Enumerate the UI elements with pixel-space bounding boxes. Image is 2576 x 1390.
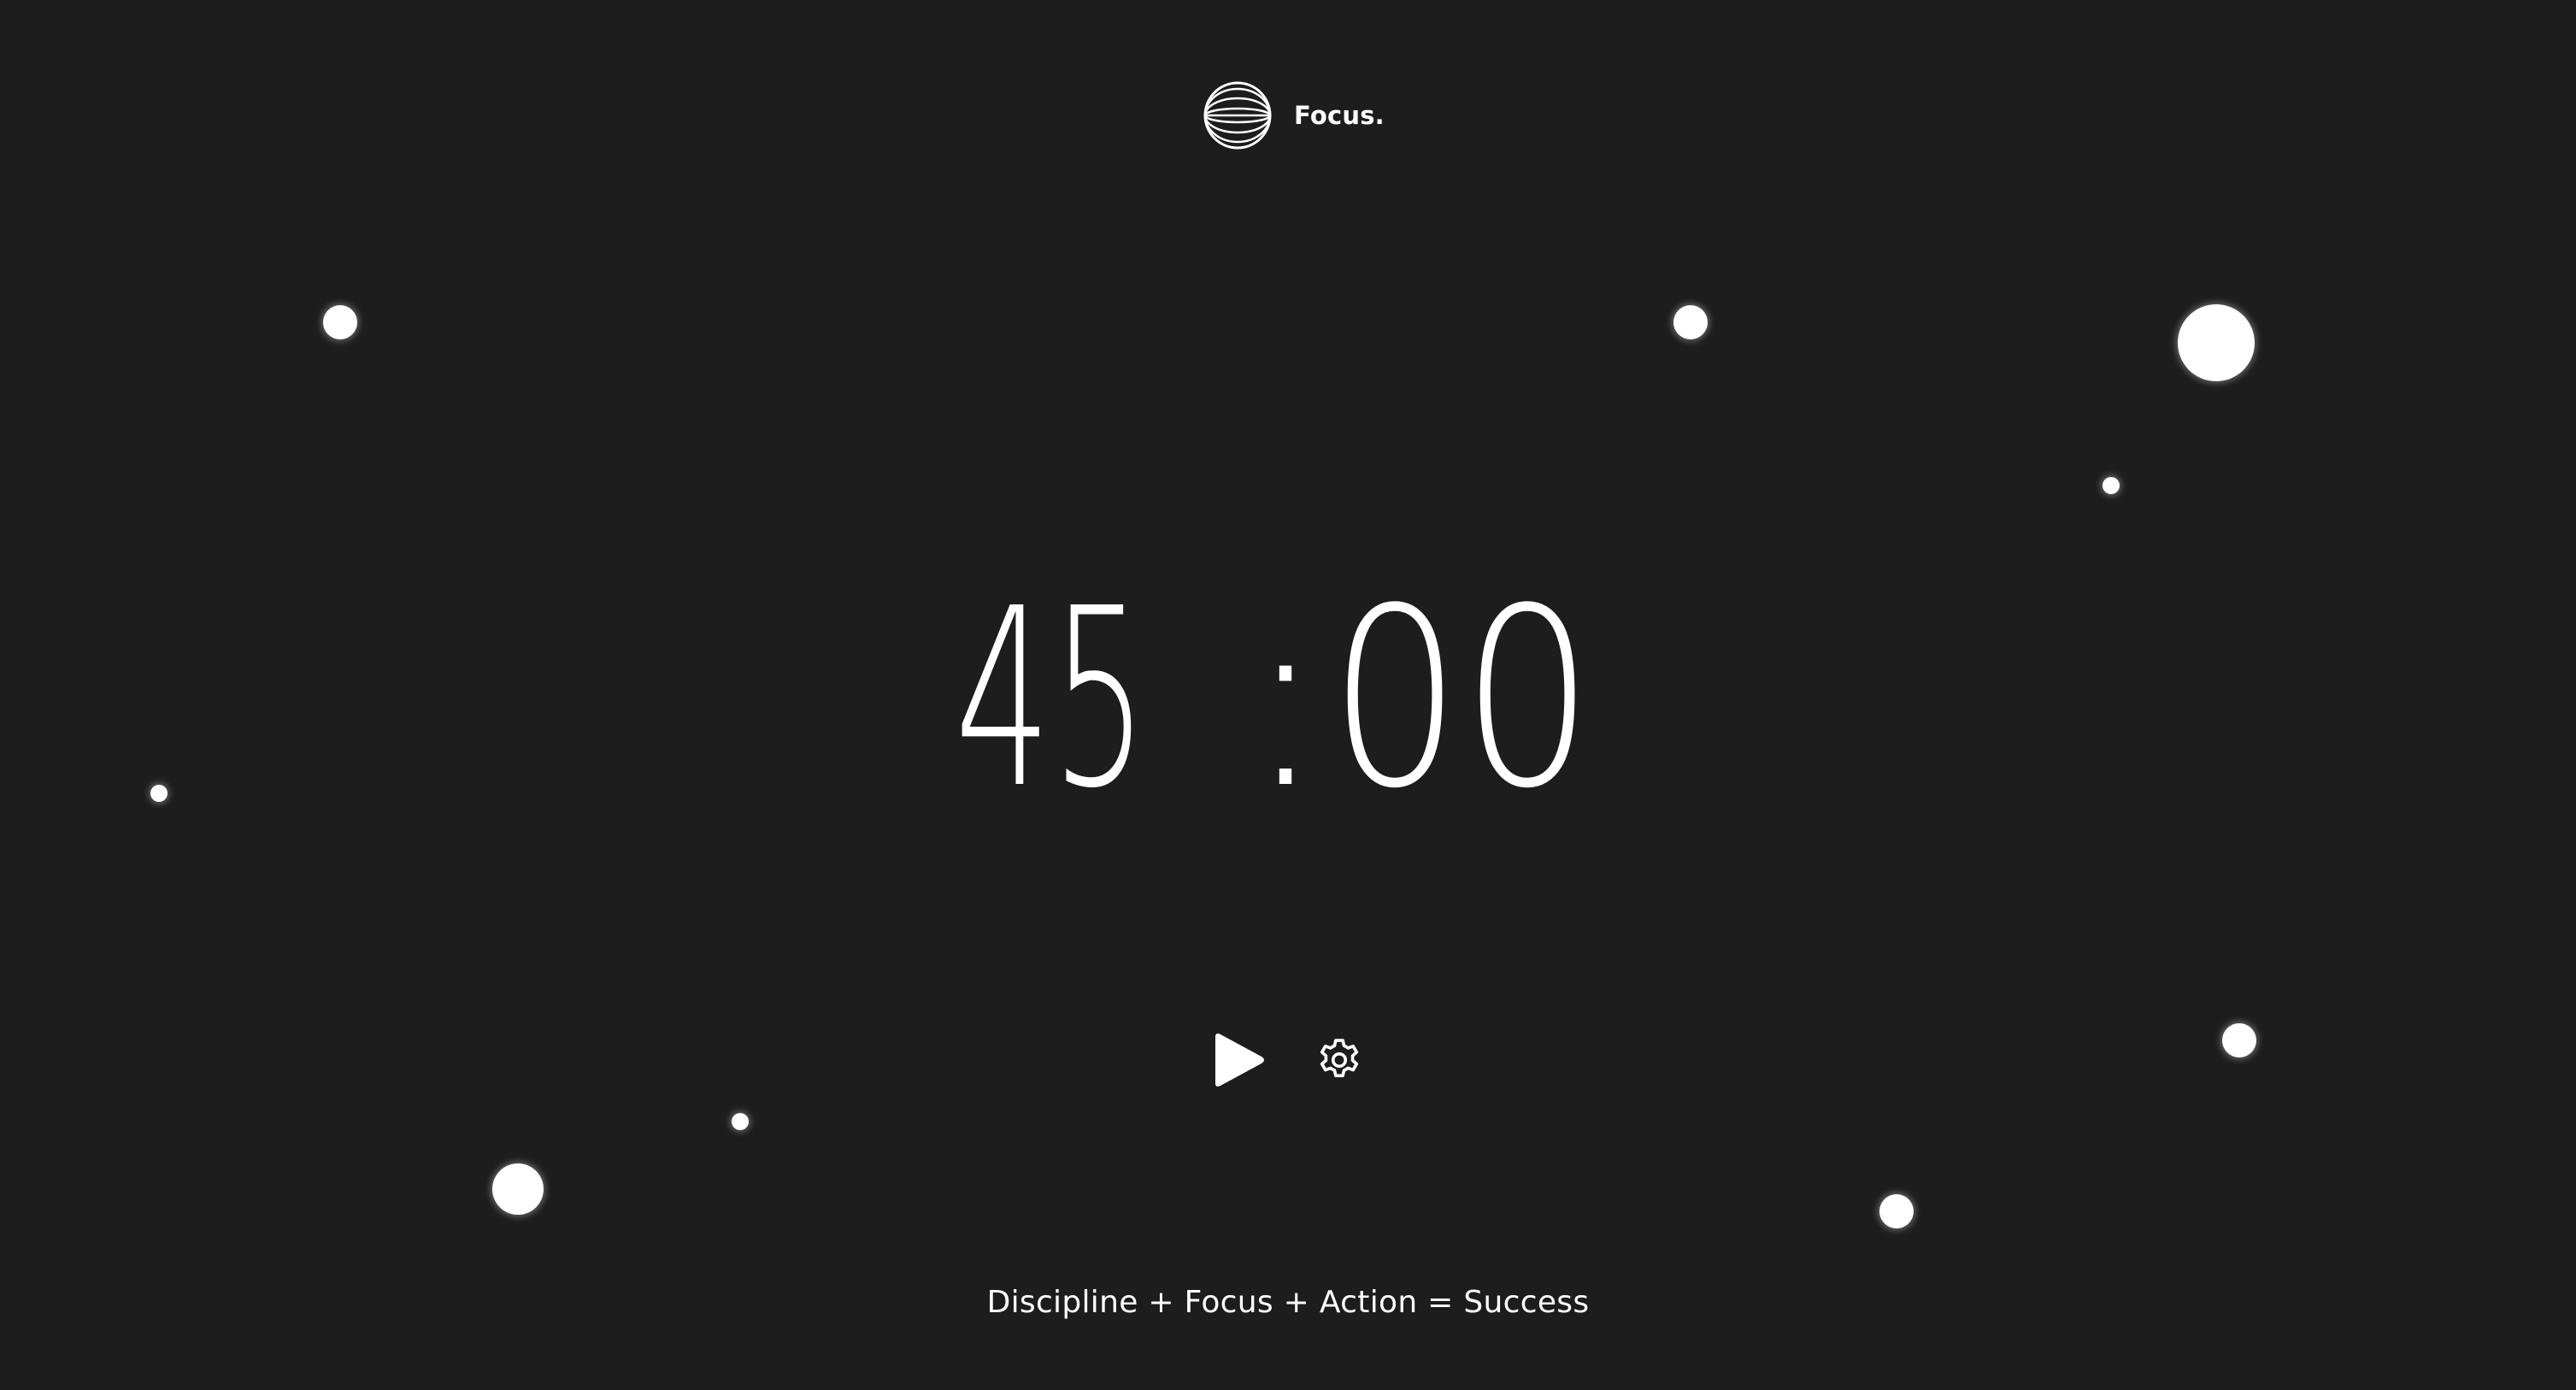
floating-particle [323, 305, 357, 339]
play-button[interactable] [1209, 1031, 1267, 1089]
floating-particle [2222, 1023, 2256, 1057]
floating-particle [492, 1163, 544, 1215]
timer-minutes: 45 [955, 556, 1148, 842]
floating-particle [1879, 1194, 1914, 1228]
brand-name: Focus. [1294, 101, 1385, 130]
floating-particle [150, 785, 168, 802]
focus-timer-screen: Focus. 45 : 00 Discipline + Focus + Acti… [0, 0, 2576, 1390]
globe-icon [1203, 81, 1272, 150]
floating-particle [1673, 305, 1708, 339]
timer-separator: : [1244, 556, 1326, 842]
floating-particle [2103, 477, 2120, 494]
settings-button[interactable] [1314, 1035, 1364, 1085]
floating-particle [2178, 304, 2255, 381]
brand-header: Focus. [1202, 80, 1385, 151]
play-icon [1215, 1034, 1264, 1087]
motto-text: Discipline + Focus + Action = Success [986, 1285, 1590, 1320]
floating-particle [732, 1113, 749, 1130]
countdown-timer: 45 : 00 [955, 556, 1594, 842]
timer-seconds: 00 [1329, 556, 1594, 842]
timer-controls [1209, 1031, 1381, 1089]
gear-icon [1320, 1039, 1359, 1078]
